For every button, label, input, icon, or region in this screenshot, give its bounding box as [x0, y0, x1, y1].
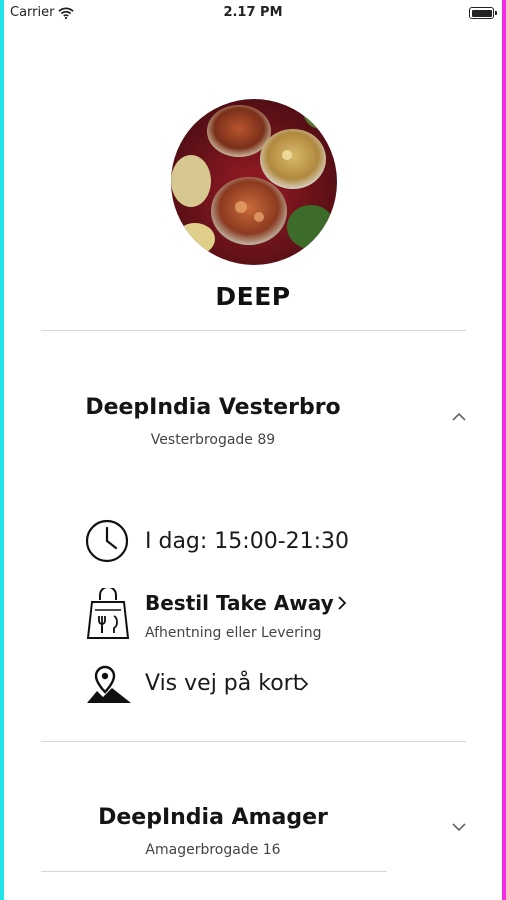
frame-left-edge — [0, 0, 4, 900]
food-photo-icon — [171, 99, 337, 265]
location-name: DeepIndia Amager — [98, 805, 328, 830]
header-divider — [41, 330, 466, 331]
location-name: DeepIndia Vesterbro — [85, 395, 341, 420]
chevron-down-icon[interactable] — [450, 818, 468, 836]
takeaway-subtitle: Afhentning eller Levering — [145, 625, 322, 641]
bottom-divider — [41, 871, 387, 872]
section-divider — [41, 741, 466, 742]
hours-text: I dag: 15:00-21:30 — [145, 529, 350, 554]
clock-icon — [85, 519, 129, 563]
takeaway-bag-icon — [86, 588, 130, 639]
brand-name: DEEP — [215, 282, 291, 311]
location-address: Vesterbrogade 89 — [150, 432, 276, 448]
frame-right-edge — [502, 0, 506, 900]
chevron-right-icon — [338, 596, 347, 610]
restaurant-avatar — [171, 99, 337, 265]
chevron-right-icon — [300, 677, 309, 691]
battery-icon — [469, 7, 497, 19]
takeaway-title: Bestil Take Away — [145, 591, 334, 615]
status-bar: Carrier 2.17 PM — [4, 0, 502, 26]
chevron-up-icon[interactable] — [450, 408, 468, 426]
directions-text: Vis vej på kort — [145, 671, 302, 696]
status-time: 2.17 PM — [223, 5, 283, 20]
location-address: Amagerbrogade 16 — [145, 842, 281, 858]
map-pin-icon — [87, 665, 131, 703]
